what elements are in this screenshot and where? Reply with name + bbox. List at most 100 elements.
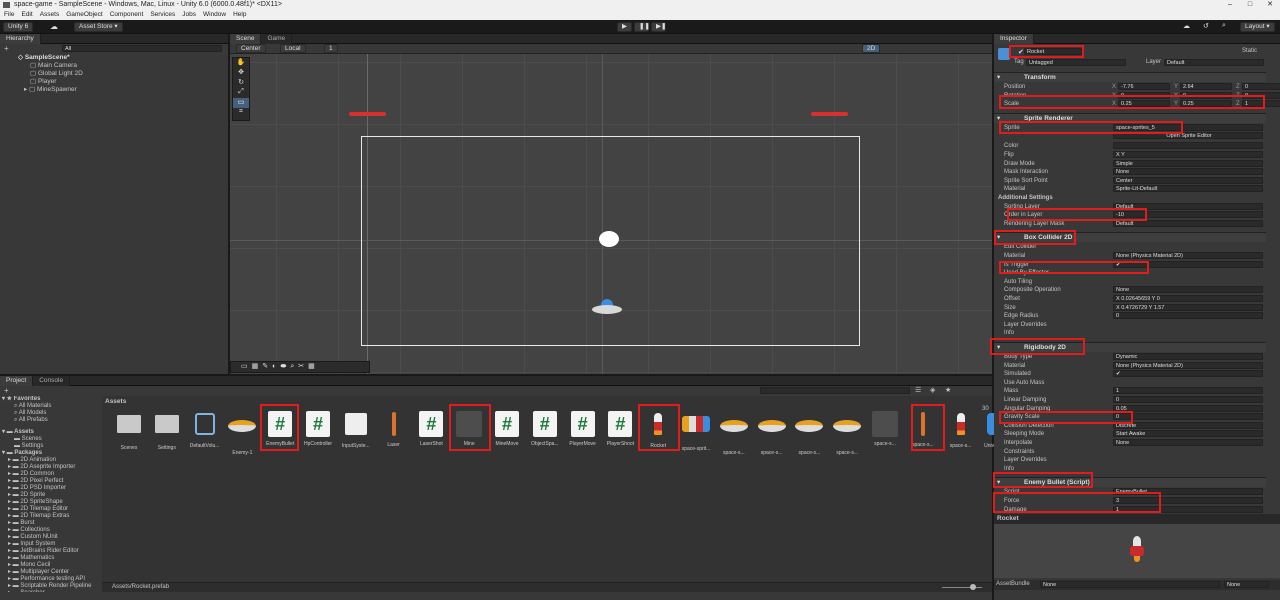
scene-viewport[interactable]: ✋ ✥ ↻ ⤢ ▭ ⌗ ▭ ▦ ✎ ◐ ⬬ ⌕ ✂ ▦ [230,54,992,374]
property-value[interactable] [1113,142,1263,150]
property-value[interactable]: 1 [1113,387,1263,395]
asset-script[interactable]: # PlayerShoot [603,410,637,450]
asset-script[interactable]: # MineMove [490,410,524,450]
account-button[interactable]: Unity 6 [3,22,34,32]
property-value[interactable]: X Y [1113,151,1263,158]
transform-position-z[interactable]: 0 [1242,83,1280,90]
label-icon[interactable]: ◈ [930,386,935,396]
menu-window[interactable]: Window [203,10,226,20]
package-item[interactable]: ▸ ▬ Mono Cecil [0,562,100,569]
package-item[interactable]: ▸ ▬ 2D Tilemap Editor [0,506,100,513]
property-value[interactable]: Start Awake [1113,430,1263,438]
laser-sprite-left[interactable] [349,112,386,116]
transform-position-y[interactable]: 2.64 [1180,83,1232,90]
tab-inspector[interactable]: Inspector [994,34,1034,44]
tab-hierarchy[interactable]: Hierarchy [0,34,41,44]
variant-dropdown[interactable]: None [1224,581,1269,588]
package-item[interactable]: ▸ ▬ 2D Tilemap Extras [0,513,100,520]
tag-dropdown[interactable]: Untagged [1026,59,1126,66]
asset-folder[interactable]: Settings [150,410,184,451]
property-value[interactable]: None [1113,439,1263,446]
property-value[interactable]: Simple [1113,159,1263,167]
cloud-icon[interactable]: ☁ [50,22,58,31]
capsule-icon[interactable]: ⬬ [280,362,286,372]
package-item[interactable]: ▸ ▬ 2D Sprite [0,492,100,499]
packages-group[interactable]: ▾ ▬ Packages [0,450,100,457]
property-value[interactable]: ✔ [1113,370,1263,378]
property-value[interactable]: Sprite-Lit-Default [1113,185,1263,193]
hierarchy-item[interactable]: ▢ Global Light 2D [0,70,228,78]
property-value[interactable]: Discrete [1113,421,1263,429]
expand-arrow-icon[interactable]: ▾ [997,73,1000,83]
package-item[interactable]: ▸ ▬ 2D Animation [0,457,100,464]
transform-component[interactable]: Transform ▾ [994,72,1266,82]
assets-group[interactable]: ▾ ▬ Assets [0,429,100,436]
package-item[interactable]: ▸ ▬ 2D Aseprite Importer [0,464,100,471]
edit-icon[interactable]: ✎ [262,362,268,372]
2d-toggle[interactable]: 2D [862,44,881,53]
project-search-input[interactable] [760,387,910,394]
package-item[interactable]: ▸ ▬ Collections [0,527,100,534]
zoom-slider[interactable] [942,587,982,588]
search-icon[interactable]: ⌕ [1222,22,1226,30]
scale-tool-icon[interactable]: ⤢ [233,88,249,98]
laser-sprite-right[interactable] [811,112,848,116]
add-icon[interactable]: + [4,386,9,396]
grid-size-input[interactable]: 1 [324,44,338,53]
asset-rocket[interactable]: space-s... [944,410,978,450]
folder-item[interactable]: ⌕ All Models [0,410,100,417]
menu-edit[interactable]: Edit [21,10,32,20]
hierarchy-item[interactable]: ▢ Player [0,78,228,86]
mesh-icon[interactable]: ▦ [252,362,259,372]
folder-item[interactable]: ⌕ All Materials [0,403,100,410]
transform-position-x[interactable]: -7.76 [1118,83,1170,90]
hierarchy-search-input[interactable]: All [62,45,222,52]
property-value[interactable]: Center [1113,176,1263,184]
property-value[interactable]: 0.05 [1113,404,1263,412]
package-item[interactable]: ▸ ▬ Custom NUnit [0,534,100,541]
layer-dropdown[interactable]: Default [1164,59,1264,66]
rect-handle-icon[interactable]: ▭ [241,362,248,372]
package-item[interactable]: ▸ ▬ Scriptable Render Pipeline [0,583,100,590]
folder-item[interactable]: ▬ Settings [0,443,100,450]
zoom-slider-thumb[interactable] [970,584,976,590]
menu-services[interactable]: Services [150,10,175,20]
asset-ufo[interactable]: space-s... [792,410,826,456]
asset-ufo[interactable]: Enemy-1 [225,410,259,456]
close-button[interactable]: ✕ [1260,0,1280,10]
favorite-icon[interactable]: ★ [945,386,951,396]
asset-laser[interactable]: Laser [377,410,411,450]
package-item[interactable]: ▸ ▬ 2D PSD Importer [0,485,100,492]
asset-script[interactable]: # ObjectSpa... [528,410,562,450]
asset-sheet[interactable]: space-sprit... [679,410,713,452]
folder-item[interactable]: ▬ Scenes [0,436,100,443]
menu-file[interactable]: File [4,10,14,20]
additional-settings[interactable]: Additional Settings [994,194,1266,202]
asset-script[interactable]: # HpController [301,410,335,450]
folder-item[interactable]: ⌕ All Prefabs [0,417,100,424]
menu-assets[interactable]: Assets [40,10,60,20]
step-button[interactable]: ▶❚ [651,22,666,32]
package-item[interactable]: ▸ ▬ Searcher [0,590,100,592]
hand-tool-icon[interactable]: ✋ [233,58,249,68]
property-value[interactable]: X 0.02645659 Y 0 [1113,295,1263,302]
asset-ufo[interactable]: space-s... [830,410,864,456]
scene-root[interactable]: ◇ SampleScene* [0,54,228,62]
sphere-icon[interactable]: ◐ [272,362,276,372]
grid-icon[interactable]: ▦ [308,362,315,372]
space-dropdown[interactable]: Local [280,44,306,53]
property-value[interactable]: None (Physics Material 2D) [1113,252,1263,259]
asset-mine[interactable]: space-s... [868,410,902,450]
cloud-services-icon[interactable]: ☁ [1183,22,1190,30]
asset-script[interactable]: # LaserShot [414,410,448,450]
layout-dropdown[interactable]: Layout ▾ [1240,22,1275,32]
property-value[interactable]: 0 [1113,312,1263,320]
package-item[interactable]: ▸ ▬ 2D Pixel Perfect [0,478,100,485]
property-value[interactable]: None [1113,286,1263,294]
move-tool-icon[interactable]: ✥ [233,68,249,78]
pivot-dropdown[interactable]: Center [236,44,266,53]
package-item[interactable]: ▸ ▬ Mathematics [0,555,100,562]
package-item[interactable]: ▸ ▬ Performance testing API [0,576,100,583]
package-item[interactable]: ▸ ▬ Burst [0,520,100,527]
asset-ufo[interactable]: space-s... [755,410,789,456]
